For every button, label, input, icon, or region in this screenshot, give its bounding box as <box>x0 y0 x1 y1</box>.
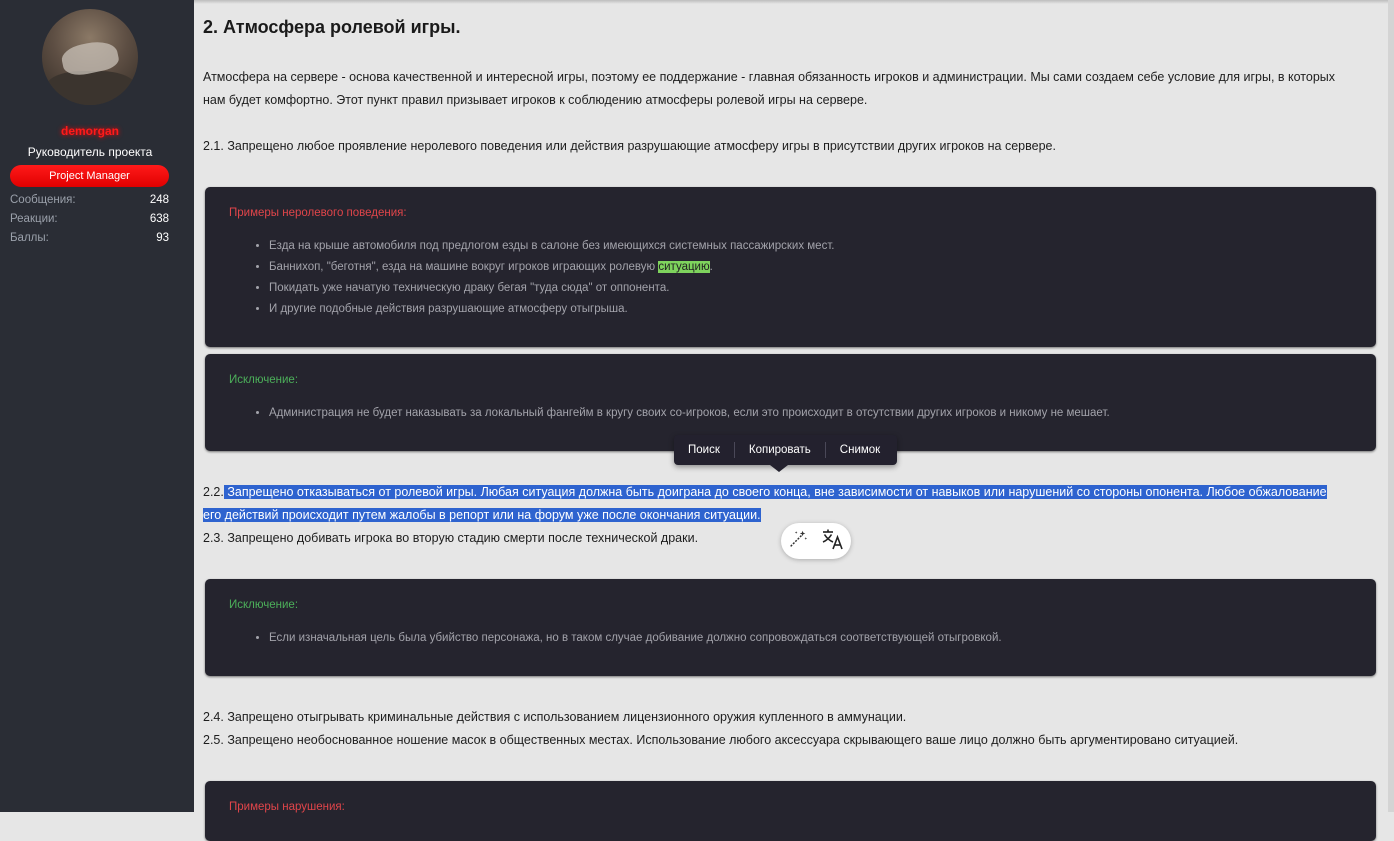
examples-box: Примеры неролевого поведения: Езда на кр… <box>205 187 1376 347</box>
selection-mini-toolbar <box>781 523 851 559</box>
section-heading: 2. Атмосфера ролевой игры. <box>203 17 461 37</box>
box-title: Примеры нарушения: <box>229 801 345 813</box>
highlighted-word: ситуацию <box>658 261 710 273</box>
violation-examples-box: Примеры нарушения: <box>205 781 1376 841</box>
copy-button[interactable]: Копировать <box>735 435 825 465</box>
box-title: Исключение: <box>229 599 299 611</box>
rule-2-5: 2.5. Запрещено необоснованное ношение ма… <box>203 733 1239 747</box>
selected-text[interactable]: Запрещено отказываться от ролевой игры. … <box>223 485 1327 499</box>
stat-label: Сообщения: <box>10 194 76 206</box>
examples-list: Езда на крыше автомобиля под предлогом е… <box>245 236 835 320</box>
selection-popup: Поиск Копировать Снимок <box>674 435 897 472</box>
intro-line-1: Атмосфера на сервере - основа качественн… <box>203 70 1336 84</box>
list-item: Администрация не будет наказывать за лок… <box>269 403 1110 424</box>
stat-label: Баллы: <box>10 232 49 244</box>
stat-reactions: Реакции: 638 <box>10 213 169 225</box>
user-banner: Project Manager <box>10 165 169 187</box>
rule-number: 2.2. <box>203 485 224 499</box>
list-item: Покидать уже начатую техническую драку б… <box>269 278 835 299</box>
stat-value[interactable]: 638 <box>150 213 169 225</box>
top-shadow <box>194 0 1394 4</box>
popup-arrow <box>770 465 788 472</box>
stat-label: Реакции: <box>10 213 58 225</box>
exception-box: Исключение: Если изначальная цель была у… <box>205 579 1376 676</box>
intro-paragraph: Атмосфера на сервере - основа качественн… <box>203 66 1335 112</box>
selected-text[interactable]: его действий происходит путем жалобы в р… <box>203 508 761 522</box>
list-item-text: Баннихоп, "беготня", езда на машине вокр… <box>269 261 659 273</box>
user-sidebar: demorgan Руководитель проекта Project Ma… <box>0 0 194 812</box>
list-item: Баннихоп, "беготня", езда на машине вокр… <box>269 257 835 278</box>
rule-2-3: 2.3. Запрещено добивать игрока во вторую… <box>203 531 699 545</box>
exception-list: Если изначальная цель была убийство перс… <box>245 628 1002 649</box>
rule-2-4: 2.4. Запрещено отыгрывать криминальные д… <box>203 710 907 724</box>
magic-wand-icon[interactable] <box>787 528 809 555</box>
intro-line-2: нам будет комфортно. Этот пункт правил п… <box>203 93 868 107</box>
list-item: Если изначальная цель была убийство перс… <box>269 628 1002 649</box>
snapshot-button[interactable]: Снимок <box>826 435 894 465</box>
stat-points: Баллы: 93 <box>10 232 169 244</box>
box-title: Исключение: <box>229 374 299 386</box>
rule-2-1: 2.1. Запрещено любое проявление неролево… <box>203 139 1056 153</box>
stat-value[interactable]: 248 <box>150 194 169 206</box>
translate-icon[interactable] <box>821 528 845 555</box>
list-item: Езда на крыше автомобиля под предлогом е… <box>269 236 835 257</box>
user-title: Руководитель проекта <box>27 145 153 159</box>
exception-list: Администрация не будет наказывать за лок… <box>245 403 1110 424</box>
stat-value[interactable]: 93 <box>156 232 169 244</box>
avatar[interactable] <box>42 9 138 105</box>
post-content: 2. Атмосфера ролевой игры. Атмосфера на … <box>194 0 1394 841</box>
stat-messages: Сообщения: 248 <box>10 194 169 206</box>
username[interactable]: demorgan <box>0 124 180 138</box>
box-title: Примеры неролевого поведения: <box>229 207 407 219</box>
rule-2-2[interactable]: 2.2. Запрещено отказываться от ролевой и… <box>203 481 1327 527</box>
scrollbar[interactable] <box>1388 0 1394 812</box>
list-item: И другие подобные действия разрушающие а… <box>269 299 835 320</box>
list-item-text: . <box>709 261 713 273</box>
search-button[interactable]: Поиск <box>674 435 734 465</box>
